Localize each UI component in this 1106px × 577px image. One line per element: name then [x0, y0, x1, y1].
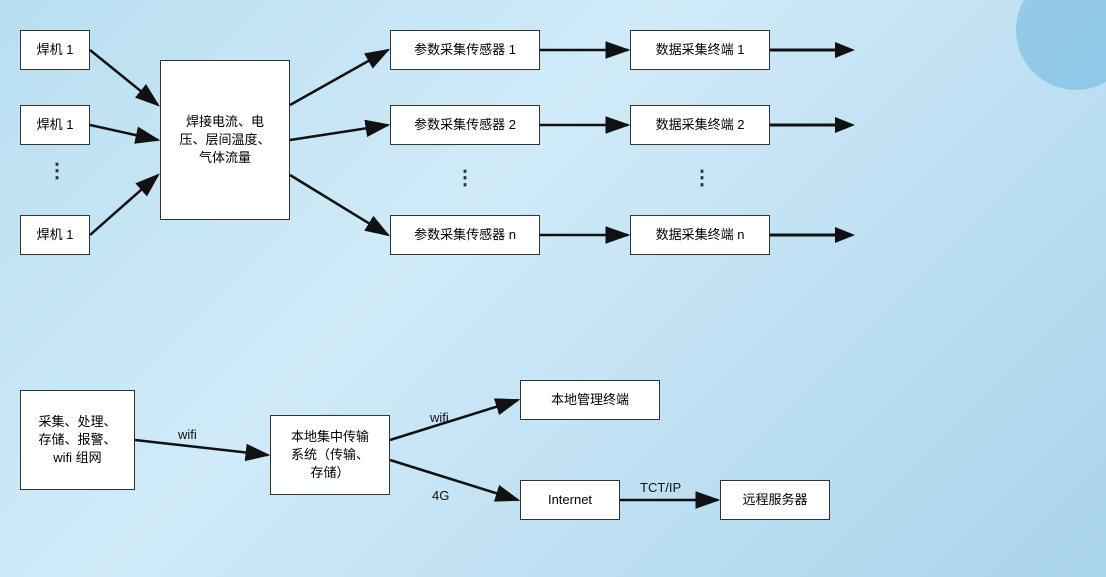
decorative-circle	[1016, 0, 1106, 90]
welder-1: 焊机 1	[20, 30, 90, 70]
diagram-container: 焊机 1 焊机 1 焊机 1 ⋮ 焊接电流、电 压、层间温度、 气体流量 参数采…	[0, 0, 1106, 577]
dots-terminals: ⋮	[692, 165, 712, 190]
sensor-n: 参数采集传感器 n	[390, 215, 540, 255]
collect-box: 采集、处理、 存储、报警、 wifi 组网	[20, 390, 135, 490]
welder-2: 焊机 1	[20, 105, 90, 145]
local-center-box: 本地集中传输 系统（传输、 存储）	[270, 415, 390, 495]
data-terminal-1: 数据采集终端 1	[630, 30, 770, 70]
remote-server-box: 远程服务器	[720, 480, 830, 520]
4g-label: 4G	[432, 488, 449, 503]
dots-welders: ⋮	[47, 158, 67, 183]
dots-sensors: ⋮	[455, 165, 475, 190]
internet-box: Internet	[520, 480, 620, 520]
sensor-2: 参数采集传感器 2	[390, 105, 540, 145]
sensor-1: 参数采集传感器 1	[390, 30, 540, 70]
local-mgmt-box: 本地管理终端	[520, 380, 660, 420]
data-terminal-n: 数据采集终端 n	[630, 215, 770, 255]
data-terminal-2: 数据采集终端 2	[630, 105, 770, 145]
wifi-label-2: wifi	[430, 410, 449, 425]
welder-3: 焊机 1	[20, 215, 90, 255]
wifi-label-1: wifi	[178, 427, 197, 442]
center-process-box: 焊接电流、电 压、层间温度、 气体流量	[160, 60, 290, 220]
tct-ip-label: TCT/IP	[640, 480, 681, 495]
